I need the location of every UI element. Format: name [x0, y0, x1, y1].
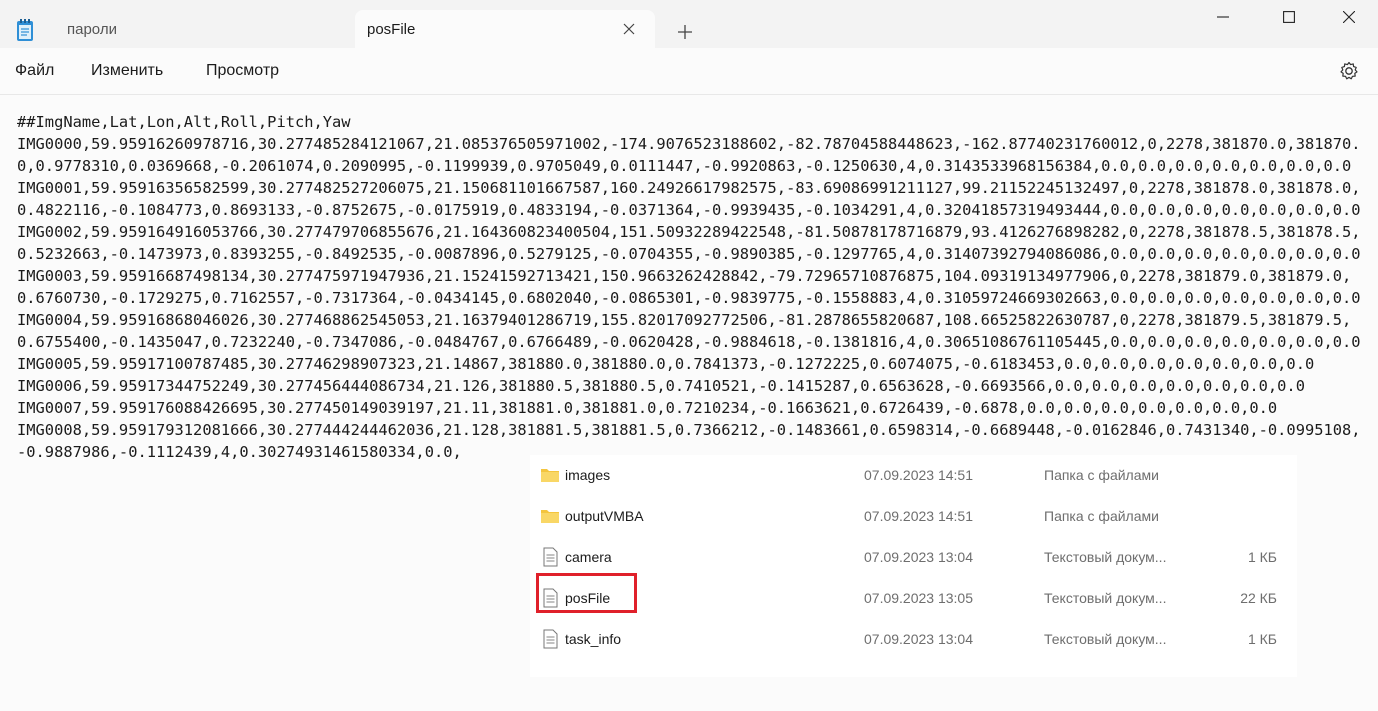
file-type: Текстовый докум... — [1044, 631, 1167, 647]
file-size: 22 КБ — [1240, 590, 1277, 606]
maximize-button[interactable] — [1266, 0, 1312, 34]
plus-icon — [678, 25, 692, 39]
title-bar: пароли posFile — [0, 0, 1378, 48]
tab-label: posFile — [367, 20, 416, 38]
maximize-icon — [1283, 11, 1295, 23]
tab-close-button[interactable] — [621, 21, 637, 37]
folder-icon — [541, 469, 559, 482]
menu-file[interactable]: Файл — [15, 62, 54, 80]
tab-posfile[interactable]: posFile — [355, 10, 655, 48]
file-name: task_info — [565, 631, 622, 647]
window-close-button[interactable] — [1326, 0, 1372, 34]
close-icon — [623, 23, 635, 35]
file-date: 07.09.2023 14:51 — [864, 508, 973, 524]
file-name: camera — [565, 549, 612, 565]
file-date: 07.09.2023 13:04 — [864, 549, 973, 565]
file-type: Текстовый докум... — [1044, 590, 1167, 606]
file-size: 1 КБ — [1247, 631, 1277, 647]
text-file-icon — [543, 629, 558, 649]
text-file-icon — [543, 547, 558, 567]
editor-content[interactable]: ##ImgName,Lat,Lon,Alt,Roll,Pitch,Yaw IMG… — [17, 111, 1362, 463]
file-row-outputvmba[interactable]: outputVMBA 07.09.2023 14:51 Папка с файл… — [530, 496, 1297, 537]
file-name: images — [565, 467, 611, 483]
file-row-task-info[interactable]: task_info 07.09.2023 13:04 Текстовый док… — [530, 619, 1297, 660]
gear-icon[interactable] — [1338, 60, 1360, 82]
notepad-app-icon — [17, 19, 33, 41]
file-type: Текстовый докум... — [1044, 549, 1167, 565]
minimize-icon — [1217, 16, 1229, 18]
folder-icon — [541, 510, 559, 523]
menu-bar: Файл Изменить Просмотр — [0, 48, 1378, 95]
menu-view[interactable]: Просмотр — [206, 62, 279, 80]
file-name: posFile — [565, 590, 611, 606]
minimize-button[interactable] — [1200, 0, 1246, 34]
file-date: 07.09.2023 14:51 — [864, 467, 973, 483]
file-type: Папка с файлами — [1044, 467, 1159, 483]
file-date: 07.09.2023 13:05 — [864, 590, 973, 606]
file-date: 07.09.2023 13:04 — [864, 631, 973, 647]
new-tab-button[interactable] — [672, 20, 698, 44]
file-row-posfile[interactable]: posFile 07.09.2023 13:05 Текстовый докум… — [530, 578, 1297, 619]
tab-label: пароли — [67, 20, 117, 38]
file-size: 1 КБ — [1247, 549, 1277, 565]
tab-passwords[interactable]: пароли — [50, 10, 350, 48]
close-icon — [1343, 11, 1355, 23]
file-row-camera[interactable]: camera 07.09.2023 13:04 Текстовый докум.… — [530, 537, 1297, 578]
file-name: outputVMBA — [565, 508, 644, 524]
file-row-images[interactable]: images 07.09.2023 14:51 Папка с файлами — [530, 455, 1297, 496]
file-type: Папка с файлами — [1044, 508, 1159, 524]
menu-edit[interactable]: Изменить — [91, 62, 163, 80]
file-explorer-list: images 07.09.2023 14:51 Папка с файлами … — [530, 455, 1297, 677]
text-file-icon — [543, 588, 558, 608]
